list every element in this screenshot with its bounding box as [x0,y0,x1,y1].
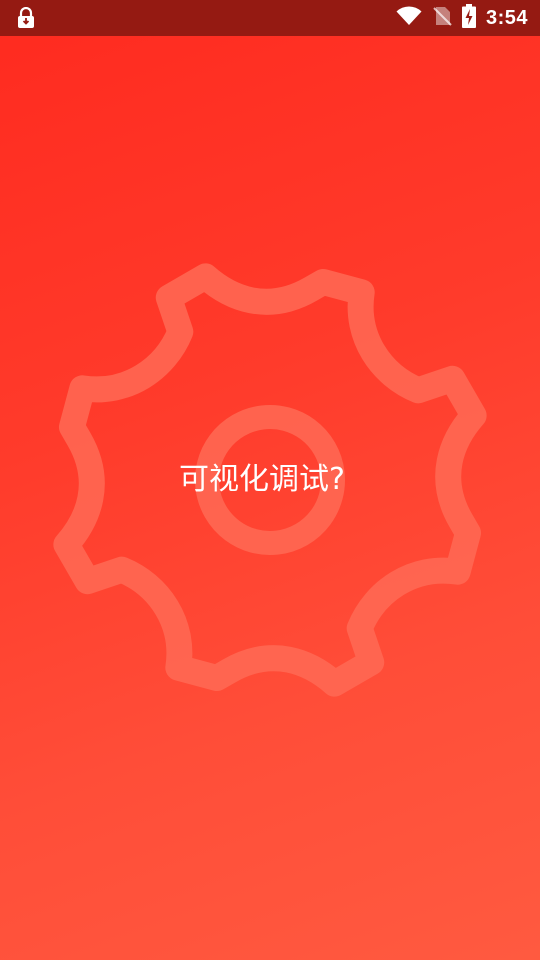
status-clock: 3:54 [485,6,528,29]
splash-screen: 3:54 可视化调试? [0,0,540,960]
lock-download-icon [16,6,36,29]
status-bar: 3:54 [0,0,540,36]
no-sim-icon [432,5,452,31]
visual-debug-prompt: 可视化调试? [179,462,345,497]
battery-charging-icon [461,4,476,32]
status-icons: 3:54 [396,0,528,36]
wifi-icon [396,6,422,30]
